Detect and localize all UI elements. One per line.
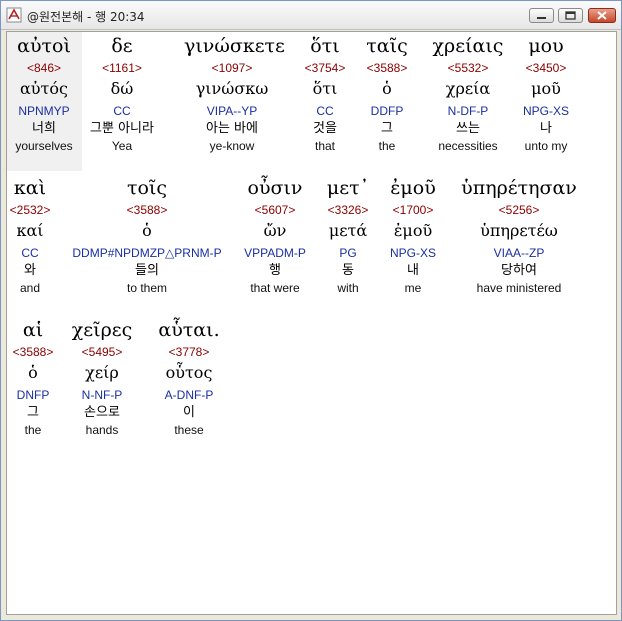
korean-gloss: 나 [540, 121, 552, 136]
korean-gloss: 내 [407, 263, 419, 278]
strong-number[interactable]: <1161> [74, 60, 170, 76]
lemma: ὁ [142, 221, 152, 240]
minimize-button[interactable] [529, 8, 554, 23]
close-button[interactable] [588, 8, 616, 23]
interlinear-word[interactable]: ὑπηρέτησαν <5256> ὑπηρετέω VIAA--ZP 당하여 … [459, 174, 579, 296]
greek-word: ὑπηρέτησαν [461, 177, 577, 199]
strong-number[interactable]: <1097> [184, 60, 280, 76]
korean-gloss: 이 [183, 405, 195, 420]
english-gloss: these [174, 423, 204, 437]
bible-app-icon [6, 7, 22, 23]
parse-code: VIAA--ZP [493, 246, 545, 260]
greek-word: τοῖς [126, 177, 168, 199]
lemma: ἐμοῦ [393, 221, 433, 240]
interlinear-text-panel[interactable]: αὐτοὶ <846> αὐτός NPNMYP 너희 yourselves δ… [6, 31, 617, 615]
maximize-icon [565, 11, 576, 20]
interlinear-word[interactable]: χεῖρες <5495> χείρ N-NF-P 손으로 hands [54, 316, 150, 438]
english-gloss: to them [126, 281, 168, 295]
lemma: μοῦ [531, 79, 561, 98]
english-gloss: ye-know [209, 139, 255, 153]
lemma: ὑπηρετέω [480, 221, 558, 240]
strong-number[interactable]: <3450> [498, 60, 594, 76]
lemma: δώ [110, 79, 134, 98]
korean-gloss: 들의 [135, 263, 159, 278]
greek-word: γινώσκετε [184, 35, 285, 57]
english-gloss: hands [85, 423, 119, 437]
interlinear-word[interactable]: μου <3450> μοῦ NPG-XS 나 unto my [498, 32, 594, 154]
interlinear-word[interactable]: γινώσκετε <1097> γινώσκω VIPA--YP 아는 바에 … [184, 32, 285, 154]
korean-gloss: 손으로 [84, 405, 120, 420]
interlinear-word[interactable]: ἐμοῦ <1700> ἐμοῦ NPG-XS 내 me [365, 174, 461, 296]
parse-code: N-NF-P [81, 388, 123, 402]
interlinear-word[interactable]: τοῖς <3588> ὁ DDMP#NPDMZP△PRNM-P 들의 to t… [62, 174, 232, 296]
greek-word: χεῖρες [71, 319, 133, 341]
app-window: @원전본해 - 행 20:34 αὐτοὶ <846> αὐτός NPNMYP… [0, 0, 622, 621]
close-icon [597, 11, 607, 20]
english-gloss: have ministered [476, 281, 562, 295]
parse-code: DDMP#NPDMZP△PRNM-P [72, 246, 222, 260]
parse-code: A-DNF-P [164, 388, 214, 402]
lemma: χείρ [85, 363, 119, 382]
korean-gloss: 그뿐 아니라 [90, 121, 154, 136]
strong-number[interactable]: <1700> [365, 202, 461, 218]
lemma: οὗτος [165, 363, 213, 382]
strong-number[interactable]: <5495> [54, 344, 150, 360]
greek-word: δε [111, 35, 133, 57]
parse-code: NPG-XS [389, 246, 436, 260]
interlinear-word[interactable]: αὗται. <3778> οὗτος A-DNF-P 이 these [141, 316, 237, 438]
maximize-button[interactable] [558, 8, 583, 23]
lemma: γινώσκω [195, 79, 269, 98]
parse-code: NPG-XS [522, 104, 569, 118]
greek-word: ἐμοῦ [390, 177, 436, 199]
greek-word: αὗται. [158, 319, 220, 341]
parse-code: VIPA--YP [206, 104, 258, 118]
greek-word: μου [528, 35, 564, 57]
english-gloss: me [404, 281, 422, 295]
strong-number[interactable]: <3588> [62, 202, 232, 218]
minimize-icon [537, 17, 546, 19]
title-bar[interactable]: @원전본해 - 행 20:34 [1, 1, 621, 30]
interlinear-word[interactable]: δε <1161> δώ CC 그뿐 아니라 Yea [74, 32, 170, 154]
korean-gloss: 당하여 [501, 263, 537, 278]
parse-code: CC [113, 104, 131, 118]
english-gloss: unto my [524, 139, 568, 153]
english-gloss: Yea [111, 139, 133, 153]
strong-number[interactable]: <3778> [141, 344, 237, 360]
korean-gloss: 아는 바에 [206, 121, 258, 136]
strong-number[interactable]: <5256> [459, 202, 579, 218]
window-title: @원전본해 - 행 20:34 [27, 10, 145, 24]
